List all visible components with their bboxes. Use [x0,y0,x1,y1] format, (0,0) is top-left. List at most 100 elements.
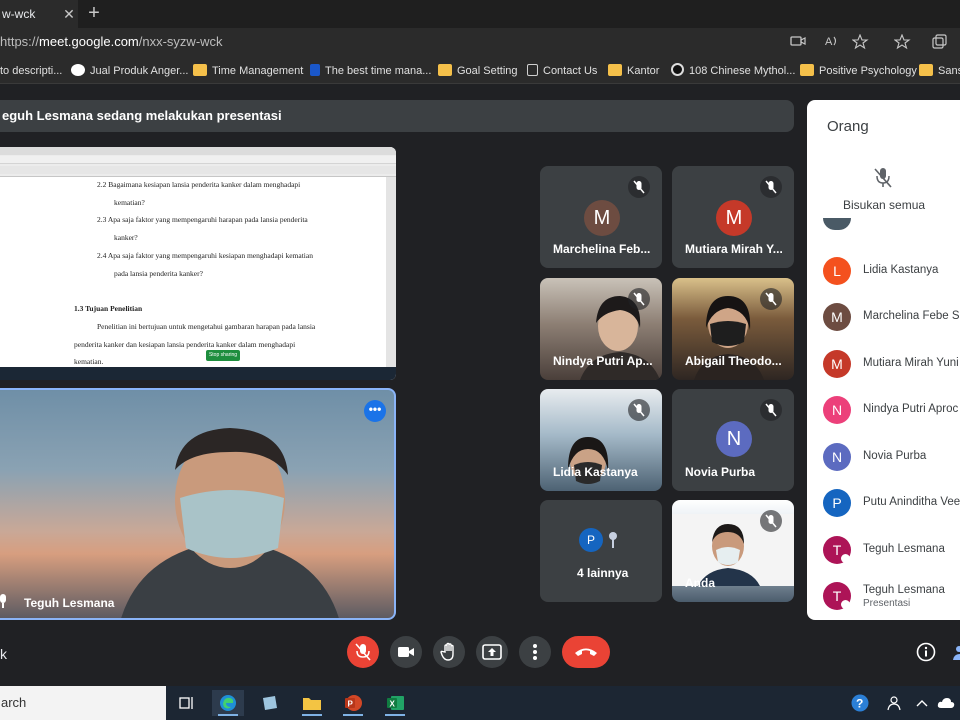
people-icon[interactable] [952,644,960,660]
bookmark-item[interactable]: Kantor [608,63,659,79]
bookmarks-bar: to descripti... Jual Produk Anger... Tim… [0,58,960,84]
avatar: N [716,421,752,457]
add-favorite-icon[interactable] [851,33,871,52]
presenter-pin-icon [0,592,10,610]
chevron-up-icon[interactable] [910,690,934,716]
participant-row[interactable]: N Novia Purba [823,443,960,473]
running-app-indicator [343,714,363,716]
participant-row[interactable]: T Teguh Lesmana Presentasi [823,582,960,612]
bookmark-item[interactable]: Time Management [193,63,303,79]
self-name: Anda [685,576,715,590]
doc-line: 2.3 Apa saja faktor yang mempengaruhi ha… [97,215,308,224]
participant-row[interactable]: T Teguh Lesmana [823,536,960,566]
bookmark-item[interactable]: Jual Produk Anger... [71,63,188,79]
presenter-figure [121,428,339,618]
edge-browser-icon[interactable] [212,690,244,716]
address-bar: https://meet.google.com/nxx-syzw-wck A [0,28,960,58]
pin-icon [841,600,850,609]
bookmark-item[interactable]: to descripti... [0,63,62,79]
google-icon [71,64,85,76]
avatar: P [579,528,603,552]
screen-share-view[interactable]: 2.2 Bagaimana kesiapan lansia penderita … [0,147,396,380]
present-screen-button[interactable] [476,636,508,668]
mic-off-icon [355,643,371,661]
doc-line: penderita kanker dan kesiapan lansia pen… [74,340,296,349]
read-aloud-icon[interactable]: A [822,34,842,52]
muted-mic-icon [760,176,782,198]
participant-name: Novia Purba [863,450,927,462]
camera-toggle-button[interactable] [390,636,422,668]
participant-name: Mutiara Mirah Y... [685,242,783,256]
hand-icon [440,642,454,661]
bookmark-item[interactable]: 108 Chinese Mythol... [671,63,795,79]
participant-row[interactable]: L Lidia Kastanya [823,257,960,287]
svg-text:P: P [348,700,354,709]
meeting-code-fragment: k [0,646,7,662]
bookmark-item[interactable]: The best time mana... [310,63,431,79]
url-path: /nxx-syzw-wck [138,34,223,49]
active-app-indicator [218,714,238,716]
meeting-details-button[interactable] [910,636,942,668]
more-options-button[interactable]: ••• [364,400,386,422]
participant-name: Putu Aninditha Vee [863,496,960,508]
bookmark-item[interactable]: Positive Psychology [800,63,917,79]
participant-tile[interactable]: Abigail Theodo... [672,278,794,380]
participant-tile[interactable]: M Marchelina Feb... [540,166,662,268]
bookmark-item[interactable]: Sans [919,63,960,79]
folder-icon [800,64,814,76]
taskbar-search-text: arch [1,695,27,710]
avatar: M [716,200,752,236]
favorites-icon[interactable] [893,33,913,52]
tab-close-icon[interactable]: ✕ [60,4,78,24]
mute-all-button[interactable]: Bisukan semua [843,198,925,212]
stop-sharing-button[interactable]: Stop sharing [206,350,240,361]
file-explorer-icon[interactable] [296,690,328,716]
doc-heading: 1.3 Tujuan Penelitian [74,304,143,313]
participant-tile[interactable]: Lidia Kastanya [540,389,662,491]
camera-block-icon[interactable] [788,34,808,52]
muted-mic-icon [628,176,650,198]
pin-icon [841,554,850,563]
participant-name: Abigail Theodo... [685,354,782,368]
others-tile[interactable]: P 4 lainnya [540,500,662,602]
participant-row[interactable]: M Marchelina Febe S [823,303,960,333]
muted-mic-icon [760,510,782,532]
url-field[interactable]: https://meet.google.com/nxx-syzw-wck [0,34,223,49]
self-tile[interactable]: Anda [672,500,794,602]
muted-mic-icon [760,288,782,310]
participant-tile[interactable]: Nindya Putri Ap... [540,278,662,380]
new-tab-button[interactable]: + [84,1,104,25]
running-app-indicator [385,714,405,716]
people-panel: Orang Bisukan semua L Lidia Kastanya M M… [807,100,960,620]
folder-icon [193,64,207,76]
help-icon[interactable]: ? [844,690,876,716]
presenter-video[interactable] [0,388,396,620]
notes-app-icon[interactable] [254,690,286,716]
participant-tile[interactable]: M Mutiara Mirah Y... [672,166,794,268]
raise-hand-button[interactable] [433,636,465,668]
participant-name: Nindya Putri Aproc [863,403,959,415]
task-view-icon[interactable] [171,690,203,716]
os-taskbar: arch P X ? [0,686,960,720]
excel-icon[interactable]: X [379,690,411,716]
participant-role: Presentasi [863,598,911,609]
mute-all-icon[interactable] [873,166,893,190]
onedrive-cloud-icon[interactable] [934,690,958,716]
shared-screen-taskbar [0,367,396,380]
taskbar-search[interactable]: arch [0,686,166,720]
bookmark-item[interactable]: Contact Us [527,63,597,79]
bookmark-item[interactable]: Goal Setting [438,63,518,79]
leave-call-button[interactable] [562,636,610,668]
participant-row[interactable]: P Putu Aninditha Vee [823,489,960,519]
svg-text:?: ? [856,697,863,711]
participant-name: Marchelina Feb... [553,242,651,256]
doc-line: 2.2 Bagaimana kesiapan lansia penderita … [97,180,301,189]
participant-row[interactable]: M Mutiara Mirah Yuni [823,350,960,380]
collections-icon[interactable] [930,34,950,52]
powerpoint-icon[interactable]: P [337,690,369,716]
more-options-button[interactable] [519,636,551,668]
microphone-toggle-button[interactable] [347,636,379,668]
participant-row[interactable]: N Nindya Putri Aproc [823,396,960,426]
people-tray-icon[interactable] [880,690,912,716]
participant-tile[interactable]: N Novia Purba [672,389,794,491]
